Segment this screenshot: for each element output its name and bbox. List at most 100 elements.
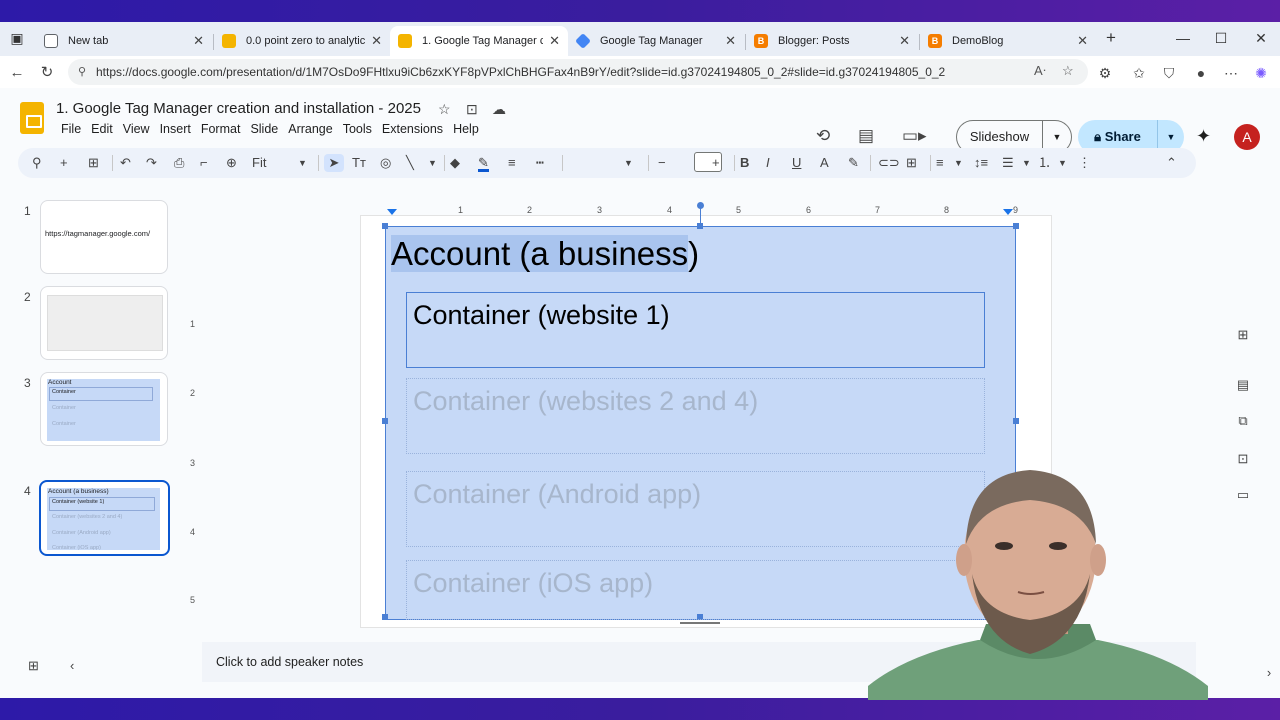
chevron-down-icon[interactable]: ▼ bbox=[428, 154, 437, 172]
text-color-icon[interactable]: A bbox=[820, 154, 829, 172]
resize-handle[interactable] bbox=[382, 418, 388, 424]
new-tab-button[interactable]: + bbox=[1096, 26, 1126, 50]
collapse-filmstrip-icon[interactable]: ‹ bbox=[70, 658, 74, 673]
bold-icon[interactable]: B bbox=[740, 154, 749, 172]
comments-icon[interactable]: ▤ bbox=[858, 126, 874, 146]
menu-file[interactable]: File bbox=[56, 122, 86, 136]
vertical-ruler[interactable]: 1 2 3 4 5 bbox=[186, 237, 202, 637]
paint-format-icon[interactable]: ⌐ bbox=[200, 154, 208, 172]
decrease-font-icon[interactable]: − bbox=[658, 154, 666, 172]
new-slide-icon[interactable]: + bbox=[60, 154, 68, 172]
slide-thumbnail-4[interactable]: Account (a business) Container (website … bbox=[39, 480, 170, 556]
gemini-icon[interactable]: ✦ bbox=[1196, 126, 1211, 147]
menu-tools[interactable]: Tools bbox=[338, 122, 377, 136]
favorites-icon[interactable]: ✩ bbox=[1128, 62, 1150, 84]
star-icon[interactable]: ☆ bbox=[438, 101, 451, 118]
chevron-down-icon[interactable]: ▼ bbox=[298, 154, 307, 172]
menu-insert[interactable]: Insert bbox=[155, 122, 196, 136]
redo-icon[interactable]: ↷ bbox=[146, 154, 157, 172]
resize-handle[interactable] bbox=[1013, 418, 1019, 424]
expand-side-panel-icon[interactable]: › bbox=[1260, 664, 1278, 682]
search-menus-icon[interactable]: ⚲ bbox=[32, 154, 42, 172]
increase-font-icon[interactable]: + bbox=[712, 154, 720, 172]
tab-demoblog[interactable]: B DemoBlog ✕ bbox=[920, 26, 1096, 56]
close-icon[interactable]: ✕ bbox=[1077, 33, 1088, 49]
meet-icon[interactable]: ▭▸ bbox=[902, 126, 927, 146]
move-folder-icon[interactable]: ⊡ bbox=[466, 101, 478, 118]
border-dash-icon[interactable]: ┅ bbox=[536, 154, 544, 172]
menu-arrange[interactable]: Arrange bbox=[283, 122, 337, 136]
favorite-star-icon[interactable]: ☆ bbox=[1062, 63, 1074, 79]
align-icon[interactable]: ≡ bbox=[936, 154, 944, 172]
profile-icon[interactable]: ● bbox=[1190, 62, 1212, 84]
rotate-handle[interactable] bbox=[697, 202, 704, 209]
italic-icon[interactable]: I bbox=[766, 154, 770, 172]
chevron-down-icon[interactable]: ▼ bbox=[1158, 132, 1184, 142]
reload-icon[interactable]: ↻ bbox=[36, 62, 58, 84]
slide-thumbnail-2[interactable] bbox=[40, 286, 168, 360]
collapse-toolbar-icon[interactable]: ⌃ bbox=[1166, 154, 1177, 172]
browser-essentials-icon[interactable]: ⛉ bbox=[1158, 62, 1180, 84]
slides-logo-icon[interactable] bbox=[20, 102, 44, 134]
fill-color-icon[interactable]: ◆ bbox=[450, 154, 460, 172]
close-icon[interactable]: ✕ bbox=[193, 33, 204, 49]
tab-new-tab[interactable]: New tab ✕ bbox=[36, 26, 212, 56]
numbered-list-icon[interactable]: ⒈ bbox=[1038, 154, 1051, 172]
side-panel-folder-icon[interactable]: ▭ bbox=[1234, 486, 1252, 504]
menu-extensions[interactable]: Extensions bbox=[377, 122, 448, 136]
more-tools-icon[interactable]: ⋮ bbox=[1078, 154, 1091, 172]
close-icon[interactable]: ✕ bbox=[725, 33, 736, 49]
chevron-down-icon[interactable]: ▼ bbox=[1022, 154, 1031, 172]
line-tool-icon[interactable]: ╲ bbox=[406, 154, 414, 172]
side-panel-tasks-icon[interactable]: ⧉ bbox=[1234, 412, 1252, 430]
tab-actions-icon[interactable]: ▣ bbox=[2, 26, 32, 50]
side-panel-contacts-icon[interactable]: ⊡ bbox=[1234, 450, 1252, 468]
insert-link-icon[interactable]: ⊂⊃ bbox=[878, 154, 900, 172]
more-options-icon[interactable]: ⋯ bbox=[1220, 62, 1242, 84]
copilot-icon[interactable]: ✺ bbox=[1250, 62, 1272, 84]
tab-blogger-posts[interactable]: B Blogger: Posts ✕ bbox=[746, 26, 918, 56]
undo-icon[interactable]: ↶ bbox=[120, 154, 131, 172]
avatar[interactable]: A bbox=[1234, 124, 1260, 150]
account-heading[interactable]: Account (a business) bbox=[391, 235, 699, 273]
text-box-icon[interactable]: Tт bbox=[352, 154, 366, 172]
insert-image-icon[interactable]: ◎ bbox=[380, 154, 391, 172]
menu-help[interactable]: Help bbox=[448, 122, 484, 136]
slide-thumbnail-1[interactable]: https://tagmanager.google.com/ bbox=[40, 200, 168, 274]
font-select-chevron-icon[interactable]: ▼ bbox=[624, 154, 633, 172]
resize-handle[interactable] bbox=[1013, 223, 1019, 229]
cloud-status-icon[interactable]: ☁ bbox=[492, 101, 506, 118]
grid-view-icon[interactable]: ⊞ bbox=[28, 658, 39, 674]
resize-handle[interactable] bbox=[382, 223, 388, 229]
maximize-icon[interactable]: ☐ bbox=[1206, 26, 1236, 50]
minimize-icon[interactable]: — bbox=[1168, 26, 1198, 50]
close-icon[interactable]: ✕ bbox=[549, 33, 560, 49]
menu-format[interactable]: Format bbox=[196, 122, 246, 136]
menu-slide[interactable]: Slide bbox=[245, 122, 283, 136]
tab-point-zero[interactable]: 0.0 point zero to analytics - ✕ bbox=[214, 26, 390, 56]
side-panel-insert-icon[interactable]: ⊞ bbox=[1234, 326, 1252, 344]
select-tool-icon[interactable]: ➤ bbox=[324, 154, 344, 172]
url-field[interactable]: ⚲ https://docs.google.com/presentation/d… bbox=[68, 59, 1088, 85]
extensions-icon[interactable]: ⚙ bbox=[1094, 62, 1116, 84]
slide-thumbnail-3[interactable]: Account Container Container Container bbox=[40, 372, 168, 446]
bulleted-list-icon[interactable]: ☰ bbox=[1002, 154, 1014, 172]
notes-resize-handle[interactable] bbox=[680, 622, 720, 624]
menu-view[interactable]: View bbox=[118, 122, 155, 136]
add-comment-icon[interactable]: ⊞ bbox=[906, 154, 917, 172]
chevron-down-icon[interactable]: ▼ bbox=[1058, 154, 1067, 172]
tab-google-tag-manager[interactable]: Google Tag Manager ✕ bbox=[568, 26, 744, 56]
border-weight-icon[interactable]: ≡ bbox=[508, 154, 516, 172]
site-info-icon[interactable]: ⚲ bbox=[78, 65, 86, 78]
highlight-color-icon[interactable]: ✎ bbox=[848, 154, 859, 172]
underline-icon[interactable]: U bbox=[792, 154, 801, 172]
print-icon[interactable]: ⎙ bbox=[174, 154, 184, 172]
new-slide-layout-icon[interactable]: ⊞ bbox=[88, 154, 99, 172]
border-color-icon[interactable]: ✎ bbox=[478, 154, 489, 172]
document-title[interactable]: 1. Google Tag Manager creation and insta… bbox=[56, 100, 421, 117]
tab-gtm-slides[interactable]: 1. Google Tag Manager crea ✕ bbox=[390, 26, 568, 56]
side-panel-keep-icon[interactable]: ▤ bbox=[1234, 376, 1252, 394]
chevron-down-icon[interactable]: ▼ bbox=[954, 154, 963, 172]
version-history-icon[interactable]: ⟲ bbox=[816, 126, 830, 146]
close-icon[interactable]: ✕ bbox=[371, 33, 382, 49]
